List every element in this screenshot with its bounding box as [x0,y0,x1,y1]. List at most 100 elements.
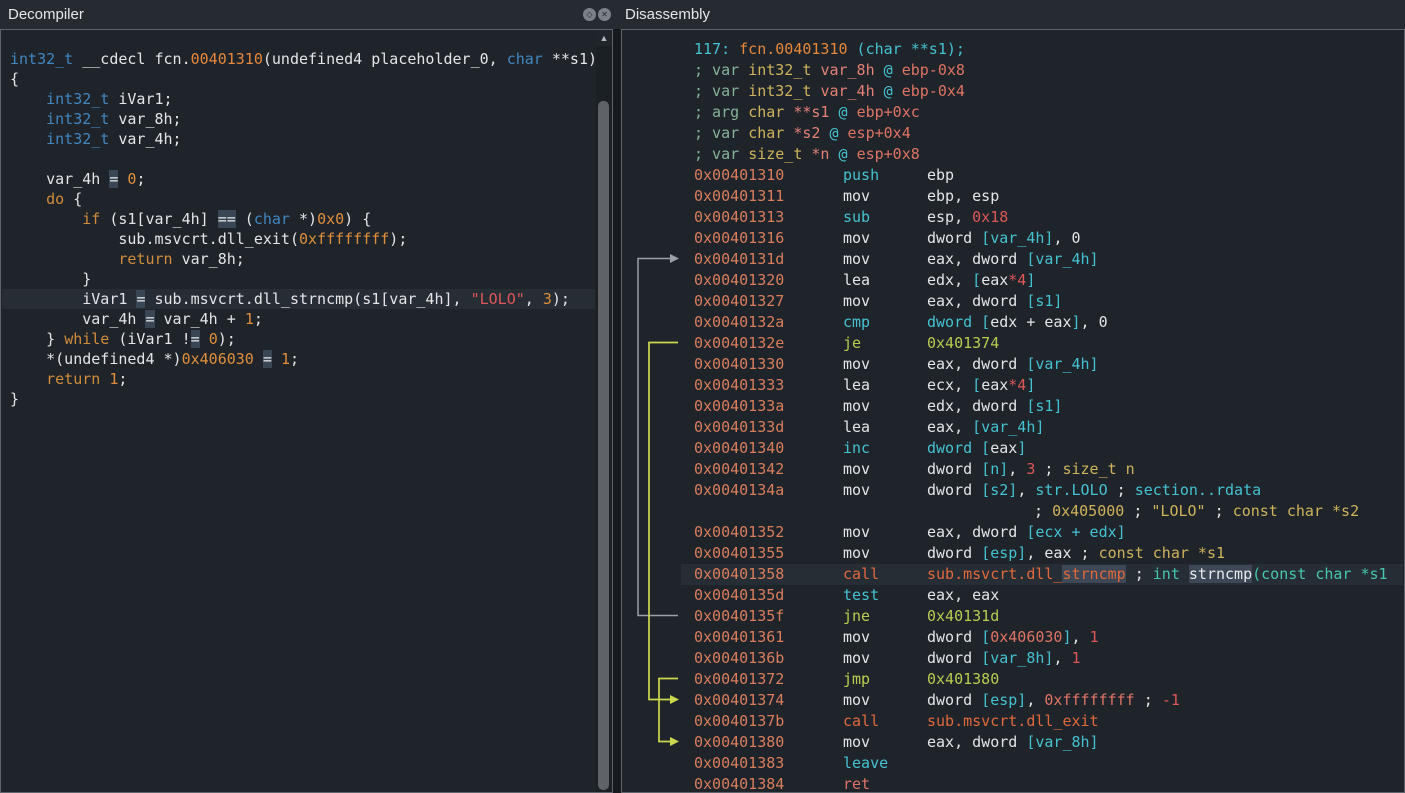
asm-line[interactable]: 0x00401313subesp, 0x18 [623,207,1403,228]
asm-address: 0x00401327 [694,291,843,312]
asm-line[interactable]: 0x0040134amovdword [s2], str.LOLO ; sect… [623,480,1403,501]
asm-line[interactable]: 0x00401320leaedx, [eax*4] [623,270,1403,291]
asm-mnemonic: inc [843,438,927,459]
scrollbar-track[interactable] [596,46,612,792]
asm-line[interactable]: 0x0040131dmoveax, dword [var_4h] [623,249,1403,270]
asm-comment-line[interactable]: ; var int32_t var_4h @ ebp-0x4 [623,81,1403,102]
asm-mnemonic: lea [843,417,927,438]
decompiler-current-line[interactable]: iVar1 = sub.msvcrt.dll_strncmp(s1[var_4h… [2,289,595,309]
asm-address: 0x00401320 [694,270,843,291]
asm-line[interactable]: 0x00401333leaecx, [eax*4] [623,375,1403,396]
decompiler-line[interactable]: } [2,389,595,409]
asm-line[interactable]: 0x00401310pushebp [623,165,1403,186]
asm-line[interactable]: 0x0040132eje0x401374 [623,333,1403,354]
asm-line[interactable]: 0x0040133dleaeax, [var_4h] [623,417,1403,438]
decompiler-line[interactable]: var_4h = var_4h + 1; [2,309,595,329]
asm-address: 0x00401374 [694,690,843,711]
asm-line[interactable]: 0x00401380moveax, dword [var_8h] [623,732,1403,753]
asm-address: 0x00401330 [694,354,843,375]
decompiler-line[interactable]: if (s1[var_4h] == (char *)0x0) { [2,209,595,229]
decompiler-line[interactable]: do { [2,189,595,209]
asm-mnemonic: mov [843,459,927,480]
decompiler-line[interactable]: } while (iVar1 != 0); [2,329,595,349]
decompiler-line[interactable]: { [2,69,595,89]
decompiler-line[interactable]: int32_t iVar1; [2,89,595,109]
asm-address: 0x00401358 [694,564,843,585]
asm-line[interactable]: 0x0040132acmpdword [edx + eax], 0 [623,312,1403,333]
decompiler-panel-title: Decompiler [8,0,84,29]
asm-line[interactable]: 0x00401383leave [623,753,1403,774]
asm-address: 0x00401355 [694,543,843,564]
asm-mnemonic: mov [843,228,927,249]
asm-mnemonic: lea [843,375,927,396]
asm-mnemonic: ret [843,774,927,791]
asm-mnemonic: lea [843,270,927,291]
asm-line[interactable]: 0x00401316movdword [var_4h], 0 [623,228,1403,249]
asm-mnemonic: push [843,165,927,186]
asm-mnemonic: mov [843,690,927,711]
disassembly-panel: 117: fcn.00401310 (char **s1);; var int3… [621,29,1405,793]
asm-address: 0x00401380 [694,732,843,753]
asm-line[interactable]: 0x00401358callsub.msvcrt.dll_strncmp ; i… [623,564,1403,585]
asm-mnemonic: mov [843,291,927,312]
asm-line[interactable]: 0x00401384ret [623,774,1403,791]
asm-address: 0x0040135f [694,606,843,627]
asm-comment-line[interactable]: ; var size_t *n @ esp+0x8 [623,144,1403,165]
asm-mnemonic: sub [843,207,927,228]
asm-address: 0x00401333 [694,375,843,396]
decompiler-line[interactable]: int32_t __cdecl fcn.00401310(undefined4 … [2,49,595,69]
asm-line[interactable]: 0x0040133amovedx, dword [s1] [623,396,1403,417]
asm-address: 0x00401383 [694,753,843,774]
asm-line[interactable]: 0x00401342movdword [n], 3 ; size_t n [623,459,1403,480]
asm-line[interactable]: 0x0040135dtesteax, eax [623,585,1403,606]
asm-mnemonic: mov [843,480,927,501]
decompiler-line[interactable] [2,149,595,169]
asm-comment-line[interactable]: ; var char *s2 @ esp+0x4 [623,123,1403,144]
asm-line[interactable]: 0x0040136bmovdword [var_8h], 1 [623,648,1403,669]
asm-comment-line[interactable]: ; arg char **s1 @ ebp+0xc [623,102,1403,123]
asm-line[interactable]: 0x00401327moveax, dword [s1] [623,291,1403,312]
asm-mnemonic: mov [843,186,927,207]
asm-line[interactable]: 0x00401355movdword [esp], eax ; const ch… [623,543,1403,564]
asm-mnemonic: jne [843,606,927,627]
decompiler-line[interactable]: return 1; [2,369,595,389]
asm-comment-line[interactable]: ; 0x405000 ; "LOLO" ; const char *s2 [623,501,1403,522]
decompiler-line[interactable]: sub.msvcrt.dll_exit(0xffffffff); [2,229,595,249]
asm-address: 0x00401342 [694,459,843,480]
decompiler-line[interactable]: var_4h = 0; [2,169,595,189]
float-icon[interactable]: ◇ [583,8,596,21]
disassembly-code[interactable]: 117: fcn.00401310 (char **s1);; var int3… [623,31,1403,791]
asm-comment-line[interactable]: 117: fcn.00401310 (char **s1); [623,39,1403,60]
asm-address: 0x0040136b [694,648,843,669]
asm-mnemonic: call [843,564,927,585]
decompiler-code[interactable]: int32_t __cdecl fcn.00401310(undefined4 … [2,31,595,791]
decompiler-line[interactable]: return var_8h; [2,249,595,269]
asm-address: 0x0040133a [694,396,843,417]
asm-line[interactable]: 0x00401352moveax, dword [ecx + edx] [623,522,1403,543]
asm-line[interactable]: 0x0040135fjne0x40131d [623,606,1403,627]
asm-line[interactable]: 0x00401374movdword [esp], 0xffffffff ; -… [623,690,1403,711]
asm-address: 0x0040134a [694,480,843,501]
decompiler-line[interactable]: int32_t var_4h; [2,129,595,149]
decompiler-line[interactable]: } [2,269,595,289]
asm-line[interactable]: 0x00401330moveax, dword [var_4h] [623,354,1403,375]
asm-mnemonic: mov [843,249,927,270]
asm-line[interactable]: 0x00401372jmp0x401380 [623,669,1403,690]
scrollbar-thumb[interactable] [598,101,609,790]
asm-address: 0x00401352 [694,522,843,543]
asm-address: 0x00401313 [694,207,843,228]
decompiler-scrollbar[interactable]: ▲ [596,30,612,792]
asm-line[interactable]: 0x00401340incdword [eax] [623,438,1403,459]
asm-address: 0x00401316 [694,228,843,249]
decompiler-line[interactable]: *(undefined4 *)0x406030 = 1; [2,349,595,369]
close-icon[interactable]: ✕ [598,8,611,21]
decompiler-line[interactable]: int32_t var_8h; [2,109,595,129]
asm-line[interactable]: 0x00401361movdword [0x406030], 1 [623,627,1403,648]
asm-address: 0x00401310 [694,165,843,186]
asm-line[interactable]: 0x00401311movebp, esp [623,186,1403,207]
asm-mnemonic: leave [843,753,927,774]
scroll-up-icon[interactable]: ▲ [596,31,612,46]
asm-line[interactable]: 0x0040137bcallsub.msvcrt.dll_exit [623,711,1403,732]
disassembly-panel-title: Disassembly [625,0,710,29]
asm-comment-line[interactable]: ; var int32_t var_8h @ ebp-0x8 [623,60,1403,81]
